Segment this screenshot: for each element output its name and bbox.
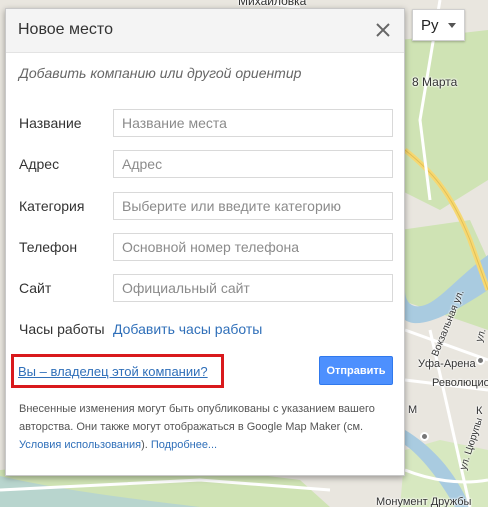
language-label: Ру [421, 16, 439, 34]
dialog-header: Новое место [6, 9, 404, 53]
new-place-dialog: Новое место Добавить компанию или другой… [5, 8, 405, 476]
map-pin-icon[interactable] [476, 356, 485, 365]
notice-text-body: Внесенные изменения могут быть опубликов… [19, 403, 375, 433]
map-label-ufa-arena: Уфа-Арена [418, 358, 476, 370]
add-hours-link[interactable]: Добавить часы работы [113, 321, 262, 337]
address-label: Адрес [19, 156, 60, 172]
site-label: Сайт [19, 280, 52, 296]
more-link[interactable]: Подробнее... [151, 439, 217, 451]
hours-label: Часы работы [19, 321, 105, 337]
map-pin-icon[interactable] [420, 432, 429, 441]
category-input[interactable] [113, 192, 393, 220]
site-input[interactable] [113, 274, 393, 302]
map-label-8-marta: 8 Марта [412, 75, 458, 89]
chevron-down-icon [448, 23, 456, 28]
map-label-k: К [476, 405, 483, 417]
notice-text-tail: ). [141, 439, 148, 451]
language-select[interactable]: Ру [412, 9, 465, 41]
map-label-revolyutsionnaya: Революционная [432, 377, 488, 389]
terms-link[interactable]: Условия использования [19, 439, 141, 451]
dialog-title: Новое место [18, 21, 113, 38]
dialog-subtitle: Добавить компанию или другой ориентир [19, 65, 302, 81]
phone-label: Телефон [19, 239, 78, 255]
phone-input[interactable] [113, 233, 393, 261]
owner-link[interactable]: Вы – владелец этой компании? [18, 364, 208, 379]
map-label-m: М [408, 404, 418, 416]
name-input[interactable] [113, 109, 393, 137]
close-button[interactable] [374, 21, 392, 39]
name-label: Название [19, 115, 82, 131]
close-icon [376, 23, 390, 37]
category-label: Категория [19, 198, 85, 214]
notice-text: Внесенные изменения могут быть опубликов… [19, 400, 389, 454]
map-label-monument: Монумент Дружбы [376, 496, 472, 507]
map-label-mikhailovka: Михайловка [238, 0, 307, 8]
address-input[interactable] [113, 150, 393, 178]
submit-button[interactable]: Отправить [319, 356, 393, 385]
